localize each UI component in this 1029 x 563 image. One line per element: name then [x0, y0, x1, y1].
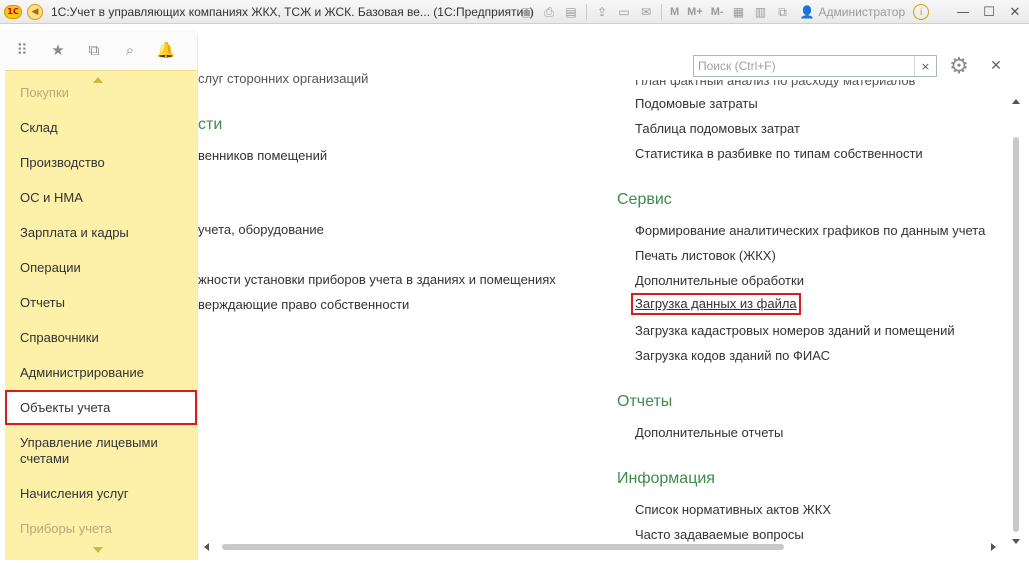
sidebar-item-catalogs[interactable]: Справочники: [5, 330, 197, 346]
vertical-scrollbar[interactable]: [1009, 99, 1023, 544]
scroll-down-icon[interactable]: [93, 547, 103, 553]
minimize-icon[interactable]: —: [952, 2, 974, 22]
user-icon: 👤: [799, 5, 815, 19]
link-load-cadastral-numbers[interactable]: Загрузка кадастровых номеров зданий и по…: [635, 323, 955, 339]
scroll-left-arrow-icon[interactable]: [204, 543, 209, 551]
left-link-3[interactable]: учета, оборудование: [198, 222, 324, 238]
favorites-star-icon[interactable]: ★: [40, 30, 76, 70]
print-icon[interactable]: ⎙: [538, 2, 560, 22]
sidebar-item-purchases[interactable]: Покупки: [5, 85, 197, 101]
memory-plus-button[interactable]: M+: [683, 6, 707, 18]
print-icon[interactable]: ▭: [613, 2, 635, 22]
left-link-1[interactable]: слуг сторонних организаций: [198, 71, 368, 87]
memory-minus-button[interactable]: M-: [707, 6, 728, 18]
info-icon[interactable]: i: [913, 4, 930, 20]
scroll-up-arrow-icon[interactable]: [1012, 99, 1020, 104]
sidebar-item-accounting-objects[interactable]: Объекты учета: [5, 390, 197, 425]
toolbar-separator: [661, 4, 662, 20]
link-additional-reports[interactable]: Дополнительные отчеты: [635, 425, 783, 441]
left-link-4[interactable]: жности установки приборов учета в здания…: [198, 272, 556, 288]
sidebar-item-payroll[interactable]: Зарплата и кадры: [5, 225, 197, 241]
link-house-costs[interactable]: Подомовые затраты: [635, 96, 758, 112]
user-menu[interactable]: 👤 Администратор: [800, 5, 906, 19]
close-icon[interactable]: ✕: [1004, 2, 1026, 22]
sidebar-item-personal-accounts[interactable]: Управление лицевыми счетами: [5, 435, 185, 467]
link-additional-processing[interactable]: Дополнительные обработки: [635, 273, 804, 289]
link-load-fias-codes[interactable]: Загрузка кодов зданий по ФИАС: [635, 348, 830, 364]
link-house-costs-table[interactable]: Таблица подомовых затрат: [635, 121, 800, 137]
sections-sidebar: Покупки Склад Производство ОС и НМА Зарп…: [5, 70, 197, 560]
back-icon[interactable]: ◀: [27, 3, 43, 20]
scroll-down-arrow-icon[interactable]: [1012, 539, 1020, 544]
search-box: ×: [693, 55, 937, 77]
calendar-icon[interactable]: ▥: [750, 2, 772, 22]
mail-icon[interactable]: ✉: [635, 2, 657, 22]
section-title-reports: Отчеты: [617, 393, 673, 410]
vertical-scroll-thumb[interactable]: [1013, 137, 1019, 532]
notifications-bell-icon[interactable]: 🔔: [148, 30, 184, 70]
sidebar-item-warehouse[interactable]: Склад: [5, 120, 197, 136]
link-print-leaflets[interactable]: Печать листовок (ЖКХ): [635, 248, 776, 264]
sidebar-item-meters[interactable]: Приборы учета: [5, 521, 197, 537]
preview-icon[interactable]: ▤: [560, 2, 582, 22]
scroll-up-icon[interactable]: [93, 77, 103, 83]
sidebar-item-operations[interactable]: Операции: [5, 260, 197, 276]
sidebar-item-production[interactable]: Производство: [5, 155, 197, 171]
toolbar-separator: [586, 4, 587, 20]
maximize-icon[interactable]: ☐: [978, 2, 1000, 22]
user-name: Администратор: [818, 5, 906, 19]
save-icon[interactable]: ▣: [516, 2, 538, 22]
memory-m-button[interactable]: M: [666, 6, 683, 18]
search-input[interactable]: [694, 56, 906, 76]
window-title: 1С:Учет в управляющих компаниях ЖКХ, ТСЖ…: [51, 4, 534, 19]
link-analytic-charts[interactable]: Формирование аналитических графиков по д…: [635, 223, 985, 239]
link-regulatory-acts[interactable]: Список нормативных актов ЖКХ: [635, 502, 831, 518]
link-load-data-from-file[interactable]: Загрузка данных из файла: [631, 293, 801, 315]
close-form-icon[interactable]: ✕: [986, 55, 1006, 77]
app-logo-icon[interactable]: 1С: [4, 4, 22, 19]
sidebar-item-reports[interactable]: Отчеты: [5, 295, 197, 311]
left-link-5[interactable]: верждающие право собственности: [198, 297, 409, 313]
scroll-right-arrow-icon[interactable]: [991, 543, 996, 551]
sidebar-item-service-charges[interactable]: Начисления услуг: [5, 486, 197, 502]
clear-search-icon[interactable]: ×: [914, 56, 936, 76]
left-link-2[interactable]: венников помещений: [198, 148, 327, 164]
panel-toolbar: ⠿ ★ ⧉ ⌕ 🔔: [0, 30, 197, 70]
section-title-service: Сервис: [617, 191, 672, 208]
settings-gear-icon[interactable]: ⚙: [946, 53, 972, 79]
horizontal-scrollbar[interactable]: [204, 541, 996, 553]
search-icon[interactable]: ⌕: [112, 30, 148, 70]
copy-icon[interactable]: ⧉: [772, 2, 794, 22]
calculator-icon[interactable]: ▦: [728, 2, 750, 22]
history-icon[interactable]: ⧉: [76, 30, 112, 70]
section-title-information: Информация: [617, 470, 715, 487]
sidebar-item-administration[interactable]: Администрирование: [5, 365, 197, 381]
link-ownership-statistics[interactable]: Статистика в разбивке по типам собственн…: [635, 146, 923, 162]
left-section-title: сти: [198, 116, 223, 133]
sidebar-item-fixed-assets[interactable]: ОС и НМА: [5, 190, 197, 206]
section-content-window: × ⚙ ✕ слуг сторонних организаций сти вен…: [197, 35, 1026, 560]
title-toolbar: ▣ ⎙ ▤ ⇪ ▭ ✉ M M+ M- ▦ ▥ ⧉ 👤 Администрато…: [516, 2, 930, 22]
upload-icon[interactable]: ⇪: [591, 2, 613, 22]
horizontal-scroll-thumb[interactable]: [222, 544, 784, 550]
window-title-bar: 1С ◀ 1С:Учет в управляющих компаниях ЖКХ…: [0, 0, 1029, 24]
apps-grid-icon[interactable]: ⠿: [4, 30, 40, 70]
